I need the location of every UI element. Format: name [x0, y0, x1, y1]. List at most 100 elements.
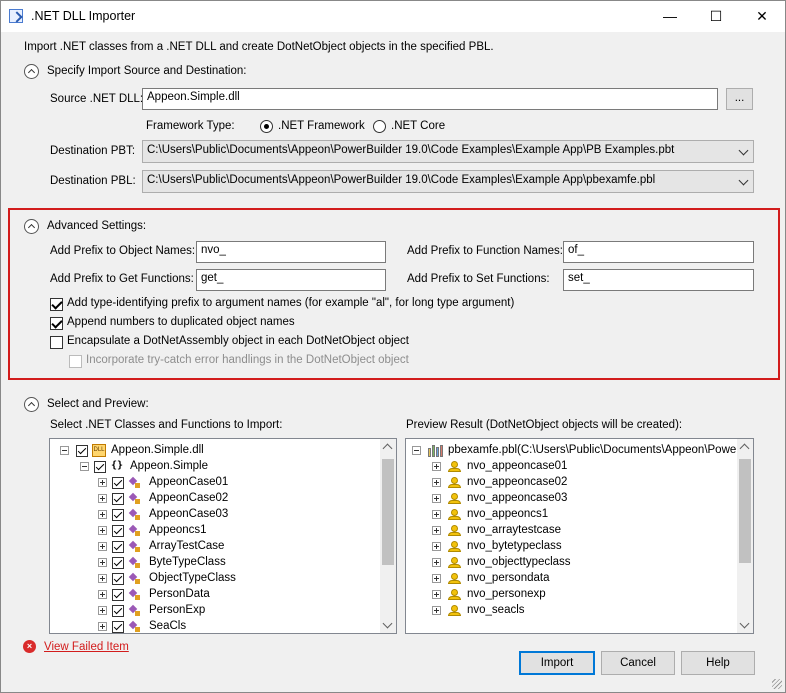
tree-checkbox[interactable]	[112, 493, 124, 505]
collapse-source-icon[interactable]	[24, 64, 39, 79]
classes-tree-scrollbar[interactable]	[380, 439, 396, 633]
dotnet-object-icon	[448, 509, 461, 521]
class-icon	[129, 605, 141, 617]
dotnet-object-icon	[448, 589, 461, 601]
scroll-down-icon[interactable]	[739, 618, 750, 629]
expand-node-icon[interactable]	[432, 462, 441, 471]
expand-node-icon[interactable]	[98, 622, 107, 631]
destination-pbt-select[interactable]: C:\Users\Public\Documents\Appeon\PowerBu…	[142, 140, 754, 163]
expand-node-icon[interactable]	[432, 606, 441, 615]
object-prefix-input[interactable]: nvo_	[196, 241, 386, 263]
set-prefix-input[interactable]: set_	[563, 269, 754, 291]
expand-node-icon[interactable]	[98, 542, 107, 551]
option-encapsulate-label[interactable]: Encapsulate a DotNetAssembly object in e…	[67, 335, 409, 347]
expand-node-icon[interactable]	[432, 526, 441, 535]
maximize-button[interactable]: ☐	[693, 1, 739, 32]
tree-checkbox[interactable]	[112, 605, 124, 617]
option-try-catch-checkbox	[69, 355, 82, 368]
close-button[interactable]: ✕	[739, 1, 785, 32]
expand-node-icon[interactable]	[98, 494, 107, 503]
view-failed-item-link[interactable]: View Failed Item	[44, 641, 129, 653]
class-name: ArrayTestCase	[149, 540, 225, 552]
expand-node-icon[interactable]	[98, 606, 107, 615]
tree-checkbox[interactable]	[112, 541, 124, 553]
class-name: ByteTypeClass	[149, 556, 226, 568]
radio-dotnet-framework[interactable]	[260, 120, 273, 133]
tree-namespace-name: Appeon.Simple	[130, 460, 208, 472]
help-button[interactable]: Help	[681, 651, 755, 675]
import-button[interactable]: Import	[519, 651, 595, 675]
tree-checkbox[interactable]	[112, 509, 124, 521]
tree-checkbox[interactable]	[112, 477, 124, 489]
expand-node-icon[interactable]	[98, 526, 107, 535]
radio-dotnet-core[interactable]	[373, 120, 386, 133]
collapse-node-icon[interactable]	[60, 446, 69, 455]
expand-node-icon[interactable]	[98, 590, 107, 599]
cancel-button[interactable]: Cancel	[601, 651, 675, 675]
expand-node-icon[interactable]	[432, 558, 441, 567]
expand-node-icon[interactable]	[98, 574, 107, 583]
expand-node-icon[interactable]	[98, 558, 107, 567]
collapse-advanced-icon[interactable]	[24, 219, 39, 234]
expand-node-icon[interactable]	[432, 494, 441, 503]
expand-node-icon[interactable]	[432, 510, 441, 519]
option-type-prefix-label[interactable]: Add type-identifying prefix to argument …	[67, 297, 514, 309]
radio-dotnet-framework-label[interactable]: .NET Framework	[278, 120, 365, 132]
collapse-node-icon[interactable]	[412, 446, 421, 455]
classes-tree[interactable]: DLL Appeon.Simple.dll {} Appeon.Simple A…	[49, 438, 397, 634]
dotnet-object-icon	[448, 461, 461, 473]
tree-checkbox[interactable]	[112, 621, 124, 633]
resize-grip-icon[interactable]	[772, 679, 782, 689]
option-append-numbers-checkbox[interactable]	[50, 317, 63, 330]
class-icon	[129, 509, 141, 521]
option-append-numbers-label[interactable]: Append numbers to duplicated object name…	[67, 316, 295, 328]
expand-node-icon[interactable]	[98, 478, 107, 487]
object-name: nvo_objecttypeclass	[467, 556, 571, 568]
chevron-down-icon	[738, 175, 749, 186]
source-dll-input[interactable]: Appeon.Simple.dll	[142, 88, 718, 110]
class-name: AppeonCase01	[149, 476, 229, 488]
select-classes-label: Select .NET Classes and Functions to Imp…	[50, 419, 283, 431]
expand-node-icon[interactable]	[98, 510, 107, 519]
set-prefix-label: Add Prefix to Set Functions:	[407, 273, 550, 285]
class-name: SeaCls	[149, 620, 187, 632]
minimize-button[interactable]: —	[647, 1, 693, 32]
collapse-preview-icon[interactable]	[24, 397, 39, 412]
tree-checkbox[interactable]	[76, 445, 88, 457]
class-name: Appeoncs1	[149, 524, 207, 536]
object-name: nvo_bytetypeclass	[467, 540, 562, 552]
expand-node-icon[interactable]	[432, 590, 441, 599]
class-name: PersonExp	[149, 604, 206, 616]
scroll-up-icon[interactable]	[382, 443, 393, 454]
tree-checkbox[interactable]	[94, 461, 106, 473]
object-name: nvo_appeoncs1	[467, 508, 549, 520]
option-type-prefix-checkbox[interactable]	[50, 298, 63, 311]
radio-dotnet-core-label[interactable]: .NET Core	[391, 120, 445, 132]
expand-node-icon[interactable]	[432, 574, 441, 583]
expand-node-icon[interactable]	[432, 542, 441, 551]
scroll-thumb[interactable]	[382, 459, 394, 565]
browse-button[interactable]: ...	[726, 88, 753, 110]
tree-checkbox[interactable]	[112, 573, 124, 585]
scroll-down-icon[interactable]	[382, 618, 393, 629]
tree-checkbox[interactable]	[112, 557, 124, 569]
preview-tree[interactable]: pbexamfe.pbl(C:\Users\Public\Documents\A…	[405, 438, 754, 634]
function-prefix-label: Add Prefix to Function Names:	[407, 245, 563, 257]
preview-result-label: Preview Result (DotNetObject objects wil…	[406, 419, 683, 431]
option-encapsulate-checkbox[interactable]	[50, 336, 63, 349]
get-prefix-input[interactable]: get_	[196, 269, 386, 291]
expand-node-icon[interactable]	[432, 478, 441, 487]
dotnet-object-icon	[448, 557, 461, 569]
destination-pbl-select[interactable]: C:\Users\Public\Documents\Appeon\PowerBu…	[142, 170, 754, 193]
scroll-thumb[interactable]	[739, 459, 751, 563]
tree-checkbox[interactable]	[112, 525, 124, 537]
object-name: nvo_seacls	[467, 604, 525, 616]
class-name: AppeonCase02	[149, 492, 229, 504]
function-prefix-input[interactable]: of_	[563, 241, 754, 263]
window-title: .NET DLL Importer	[31, 9, 136, 23]
preview-tree-scrollbar[interactable]	[737, 439, 753, 633]
tree-checkbox[interactable]	[112, 589, 124, 601]
collapse-node-icon[interactable]	[80, 462, 89, 471]
scroll-up-icon[interactable]	[739, 443, 750, 454]
object-name: nvo_arraytestcase	[467, 524, 561, 536]
